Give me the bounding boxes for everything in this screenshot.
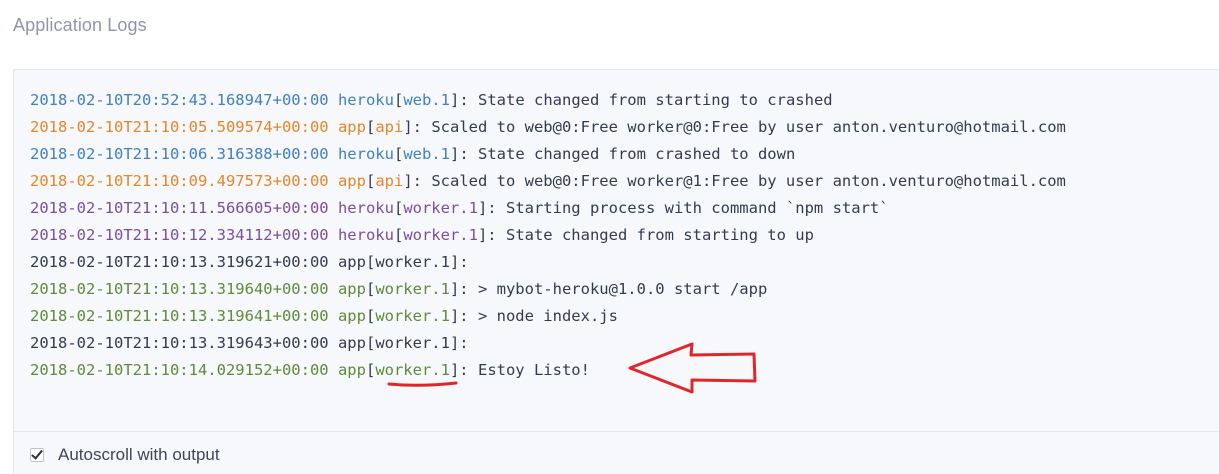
log-line: 2018-02-10T20:52:43.168947+00:00 heroku[… — [30, 87, 1066, 114]
bracket-open: [ — [393, 145, 404, 163]
panel-divider — [14, 431, 1219, 432]
log-timestamp: 2018-02-10T21:10:09.497573+00:00 — [30, 172, 329, 190]
bracket-open: [ — [393, 226, 404, 244]
log-line: 2018-02-10T21:10:09.497573+00:00 app[api… — [30, 168, 1066, 195]
bracket-close: ]: — [449, 91, 469, 109]
bracket-close: ]: — [449, 334, 469, 352]
log-message: State changed from crashed to down — [478, 145, 796, 163]
bracket-close: ]: — [449, 361, 469, 379]
log-message: > mybot-heroku@1.0.0 start /app — [477, 280, 768, 298]
log-timestamp: 2018-02-10T21:10:05.509574+00:00 — [30, 118, 329, 136]
log-timestamp: 2018-02-10T21:10:06.316388+00:00 — [30, 145, 329, 163]
log-dyno: worker.1 — [375, 280, 450, 298]
log-message: State changed from starting to up — [505, 226, 814, 244]
autoscroll-option[interactable]: Autoscroll with output — [30, 445, 220, 465]
log-dyno: api — [375, 118, 404, 136]
log-source: heroku — [337, 199, 394, 217]
log-lines: 2018-02-10T20:52:43.168947+00:00 heroku[… — [30, 87, 1066, 384]
bracket-close: ]: — [477, 199, 497, 217]
autoscroll-checkbox[interactable] — [30, 448, 44, 462]
log-line: 2018-02-10T21:10:13.319643+00:00 app[wor… — [30, 330, 1066, 357]
log-timestamp: 2018-02-10T21:10:13.319621+00:00 — [30, 253, 329, 271]
log-timestamp: 2018-02-10T21:10:13.319641+00:00 — [30, 307, 329, 325]
log-dyno: worker.1 — [375, 361, 450, 379]
bracket-open: [ — [393, 91, 404, 109]
log-dyno: worker.1 — [375, 334, 450, 352]
log-line: 2018-02-10T21:10:13.319640+00:00 app[wor… — [30, 276, 1066, 303]
log-message: > node index.js — [477, 307, 618, 325]
bracket-close: ]: — [449, 145, 469, 163]
page-title: Application Logs — [13, 15, 147, 35]
bracket-close: ]: — [403, 172, 422, 190]
log-line: 2018-02-10T21:10:11.566605+00:00 heroku[… — [30, 195, 1066, 222]
bracket-close: ]: — [449, 307, 469, 325]
log-dyno: worker.1 — [403, 199, 478, 217]
log-line: 2018-02-10T21:10:05.509574+00:00 app[api… — [30, 114, 1066, 141]
log-source: app — [337, 280, 366, 298]
log-dyno: web.1 — [403, 145, 450, 163]
log-source: app — [337, 172, 366, 190]
bracket-open: [ — [365, 253, 376, 271]
bracket-open: [ — [365, 334, 376, 352]
log-dyno: web.1 — [403, 91, 450, 109]
log-line: 2018-02-10T21:10:14.029152+00:00 app[wor… — [30, 357, 1066, 384]
log-message: Starting process with command `npm start… — [505, 199, 889, 217]
log-source: heroku — [337, 226, 394, 244]
log-timestamp: 2018-02-10T21:10:13.319643+00:00 — [30, 334, 329, 352]
log-message: Scaled to web@0:Free worker@0:Free by us… — [431, 118, 1066, 136]
log-source: heroku — [337, 145, 394, 163]
log-dyno: worker.1 — [375, 307, 450, 325]
bracket-open: [ — [365, 307, 376, 325]
log-timestamp: 2018-02-10T21:10:11.566605+00:00 — [30, 199, 329, 217]
bracket-open: [ — [365, 280, 376, 298]
log-source: app — [337, 253, 366, 271]
log-dyno: api — [375, 172, 404, 190]
bracket-open: [ — [365, 118, 376, 136]
log-line: 2018-02-10T21:10:06.316388+00:00 heroku[… — [30, 141, 1066, 168]
bracket-open: [ — [365, 361, 376, 379]
log-message: State changed from starting to crashed — [478, 91, 833, 109]
log-source: app — [337, 334, 366, 352]
autoscroll-label[interactable]: Autoscroll with output — [58, 445, 220, 465]
log-line: 2018-02-10T21:10:12.334112+00:00 heroku[… — [30, 222, 1066, 249]
log-source: app — [337, 361, 366, 379]
bracket-close: ]: — [449, 253, 469, 271]
log-timestamp: 2018-02-10T21:10:14.029152+00:00 — [30, 361, 329, 379]
log-timestamp: 2018-02-10T21:10:13.319640+00:00 — [30, 280, 329, 298]
log-timestamp: 2018-02-10T20:52:43.168947+00:00 — [30, 91, 329, 109]
log-dyno: worker.1 — [403, 226, 478, 244]
log-line: 2018-02-10T21:10:13.319641+00:00 app[wor… — [30, 303, 1066, 330]
log-message: Scaled to web@0:Free worker@1:Free by us… — [431, 172, 1066, 190]
bracket-close: ]: — [477, 226, 497, 244]
bracket-close: ]: — [449, 280, 469, 298]
bracket-close: ]: — [403, 118, 422, 136]
log-timestamp: 2018-02-10T21:10:12.334112+00:00 — [30, 226, 329, 244]
log-dyno: worker.1 — [375, 253, 450, 271]
log-source: app — [337, 118, 366, 136]
log-source: heroku — [337, 91, 394, 109]
bracket-open: [ — [365, 172, 376, 190]
log-source: app — [337, 307, 366, 325]
log-output-panel[interactable]: 2018-02-10T20:52:43.168947+00:00 heroku[… — [13, 69, 1219, 474]
log-line: 2018-02-10T21:10:13.319621+00:00 app[wor… — [30, 249, 1066, 276]
log-message: Estoy Listo! — [477, 361, 590, 379]
bracket-open: [ — [393, 199, 404, 217]
